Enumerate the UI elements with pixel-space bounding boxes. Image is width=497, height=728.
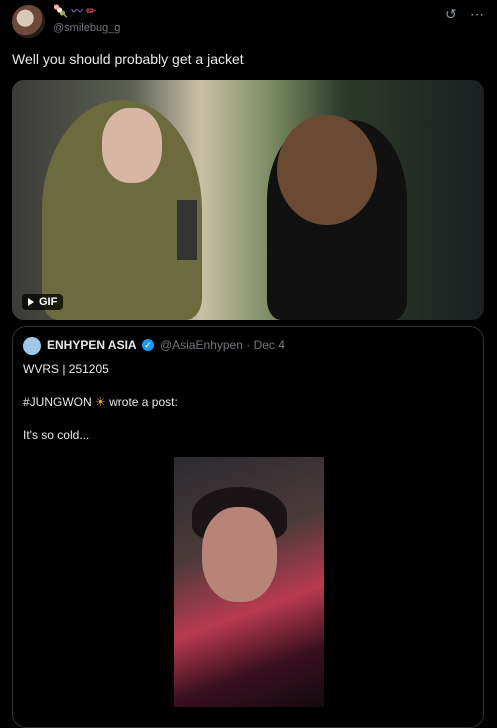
display-name-emojis[interactable]: 🍡 〰 ✏ — [53, 4, 96, 18]
quote-display-name[interactable]: ENHYPEN ASIA — [47, 338, 137, 352]
gif-media[interactable]: GIF — [12, 80, 484, 320]
play-icon — [28, 298, 34, 306]
quote-handle[interactable]: @AsiaEnhypen — [160, 338, 243, 352]
gif-label: GIF — [39, 296, 58, 308]
gif-face-left — [102, 108, 162, 183]
gif-microphone — [177, 200, 197, 260]
photo-face — [202, 507, 277, 602]
quote-avatar[interactable] — [23, 337, 41, 355]
verified-badge-icon: ✓ — [142, 339, 154, 351]
user-handle[interactable]: @smilebug_g — [53, 22, 120, 34]
quote-photo[interactable] — [174, 457, 324, 707]
avatar[interactable] — [12, 5, 45, 38]
tweet-text: Well you should probably get a jacket — [12, 51, 244, 67]
quote-meta: @AsiaEnhypen · Dec 4 — [160, 338, 285, 352]
quoted-tweet[interactable]: ENHYPEN ASIA ✓ @AsiaEnhypen · Dec 4 WVRS… — [12, 326, 484, 728]
name-emoji-2: 〰 — [70, 4, 83, 18]
gif-hair-right — [277, 115, 377, 225]
quote-line-2: #JUNGWON ☀ wrote a post: — [23, 395, 178, 409]
quote-line-1: WVRS | 251205 — [23, 362, 109, 376]
hashtag-link[interactable]: #JUNGWON — [23, 395, 92, 409]
quote-line-3: It's so cold... — [23, 428, 90, 442]
meta-separator: · — [246, 338, 254, 352]
quote-date[interactable]: Dec 4 — [254, 338, 285, 352]
sun-emoji-icon: ☀ — [95, 395, 106, 409]
more-icon[interactable]: ⋯ — [470, 6, 484, 23]
gif-badge[interactable]: GIF — [22, 294, 64, 310]
quote-line-2-text: wrote a post: — [109, 395, 178, 409]
name-emoji-1: 🍡 — [53, 4, 68, 18]
name-emoji-3: ✏ — [85, 4, 97, 18]
grok-icon[interactable]: ↺ — [445, 6, 457, 23]
